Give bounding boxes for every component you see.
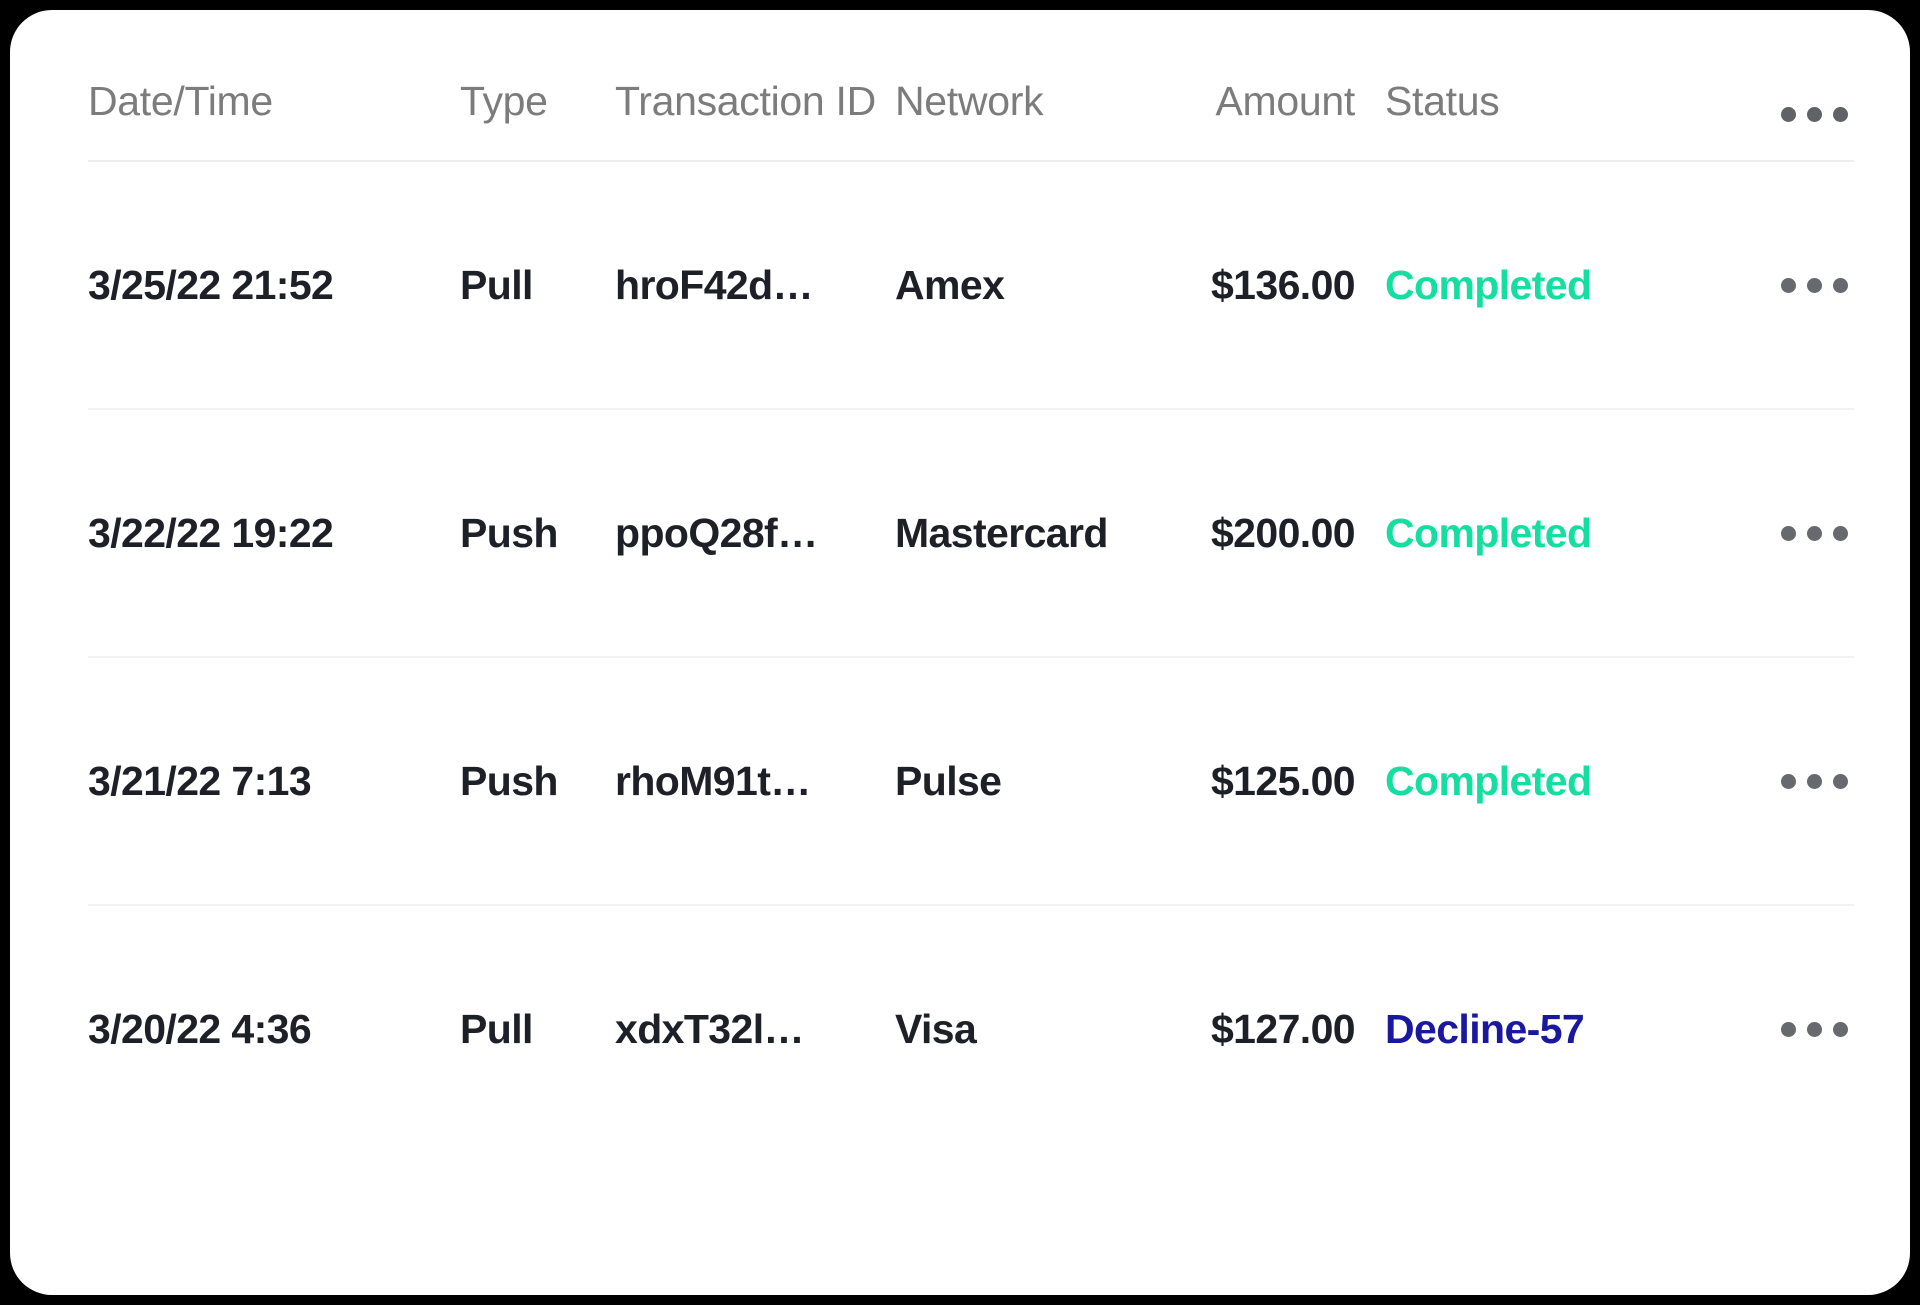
cell-transaction-id: rhoM91t…	[615, 757, 811, 804]
ellipsis-dot	[1781, 773, 1796, 789]
cell-datetime: 3/20/22 4:36	[88, 1005, 312, 1052]
transactions-table: Date/Time Type Transaction ID Network Am…	[10, 10, 1910, 1152]
cell-amount: $125.00	[1210, 757, 1356, 804]
table-row[interactable]: 3/25/22 21:52 Pull hroF42d… Amex $136.00…	[10, 162, 1910, 408]
cell-transaction-id: hroF42d…	[615, 261, 814, 308]
status-badge: Completed	[1385, 509, 1592, 556]
ellipsis-dot	[1781, 107, 1796, 122]
ellipsis-dot	[1807, 773, 1822, 789]
cell-datetime: 3/22/22 19:22	[88, 509, 334, 556]
column-header-status[interactable]: Status	[1355, 81, 1615, 122]
ellipsis-icon[interactable]	[1781, 525, 1848, 541]
cell-transaction-id: ppoQ28f…	[615, 509, 818, 556]
cell-network: Pulse	[895, 757, 1002, 804]
ellipsis-dot	[1807, 525, 1822, 541]
cell-status: Completed	[1355, 758, 1615, 805]
ellipsis-dot	[1781, 277, 1796, 293]
status-badge: Completed	[1385, 757, 1592, 804]
cell-network: Mastercard	[895, 509, 1108, 556]
cell-network: Amex	[895, 261, 1005, 308]
table-options-cell	[1615, 107, 1854, 122]
ellipsis-icon[interactable]	[1781, 107, 1848, 122]
ellipsis-dot	[1833, 525, 1848, 541]
ellipsis-dot	[1833, 1021, 1848, 1037]
ellipsis-dot	[1833, 107, 1848, 122]
transactions-card: Date/Time Type Transaction ID Network Am…	[10, 10, 1910, 1295]
cell-type: Push	[460, 757, 558, 804]
table-row[interactable]: 3/20/22 4:36 Pull xdxT32l… Visa $127.00 …	[10, 906, 1910, 1152]
ellipsis-dot	[1833, 773, 1848, 789]
table-header-row: Date/Time Type Transaction ID Network Am…	[10, 10, 1910, 160]
cell-type: Pull	[460, 261, 533, 308]
cell-status: Decline-57	[1355, 1006, 1615, 1053]
cell-status: Completed	[1355, 262, 1615, 309]
column-header-datetime[interactable]: Date/Time	[88, 81, 460, 122]
cell-type: Pull	[460, 1005, 533, 1052]
row-options-cell	[1615, 277, 1854, 293]
row-options-cell	[1615, 1021, 1854, 1037]
ellipsis-icon[interactable]	[1781, 277, 1848, 293]
column-header-network[interactable]: Network	[895, 81, 1173, 122]
cell-amount: $200.00	[1210, 509, 1356, 556]
cell-amount: $136.00	[1210, 261, 1356, 308]
ellipsis-dot	[1781, 1021, 1796, 1037]
table-row[interactable]: 3/22/22 19:22 Push ppoQ28f… Mastercard $…	[10, 410, 1910, 656]
cell-transaction-id: xdxT32l…	[615, 1005, 804, 1052]
cell-datetime: 3/21/22 7:13	[88, 757, 312, 804]
ellipsis-dot	[1833, 277, 1848, 293]
cell-type: Push	[460, 509, 558, 556]
status-badge: Decline-57	[1385, 1005, 1585, 1052]
ellipsis-icon[interactable]	[1781, 773, 1848, 789]
cell-status: Completed	[1355, 510, 1615, 557]
column-header-type[interactable]: Type	[460, 81, 615, 122]
ellipsis-icon[interactable]	[1781, 1021, 1848, 1037]
table-row[interactable]: 3/21/22 7:13 Push rhoM91t… Pulse $125.00…	[10, 658, 1910, 904]
ellipsis-dot	[1807, 1021, 1822, 1037]
cell-network: Visa	[895, 1005, 977, 1052]
ellipsis-dot	[1807, 107, 1822, 122]
column-header-amount[interactable]: Amount	[1173, 81, 1356, 122]
cell-amount: $127.00	[1210, 1005, 1356, 1052]
cell-datetime: 3/25/22 21:52	[88, 261, 334, 308]
row-options-cell	[1615, 773, 1854, 789]
row-options-cell	[1615, 525, 1854, 541]
status-badge: Completed	[1385, 261, 1592, 308]
ellipsis-dot	[1807, 277, 1822, 293]
ellipsis-dot	[1781, 525, 1796, 541]
column-header-transaction-id[interactable]: Transaction ID	[615, 81, 895, 122]
